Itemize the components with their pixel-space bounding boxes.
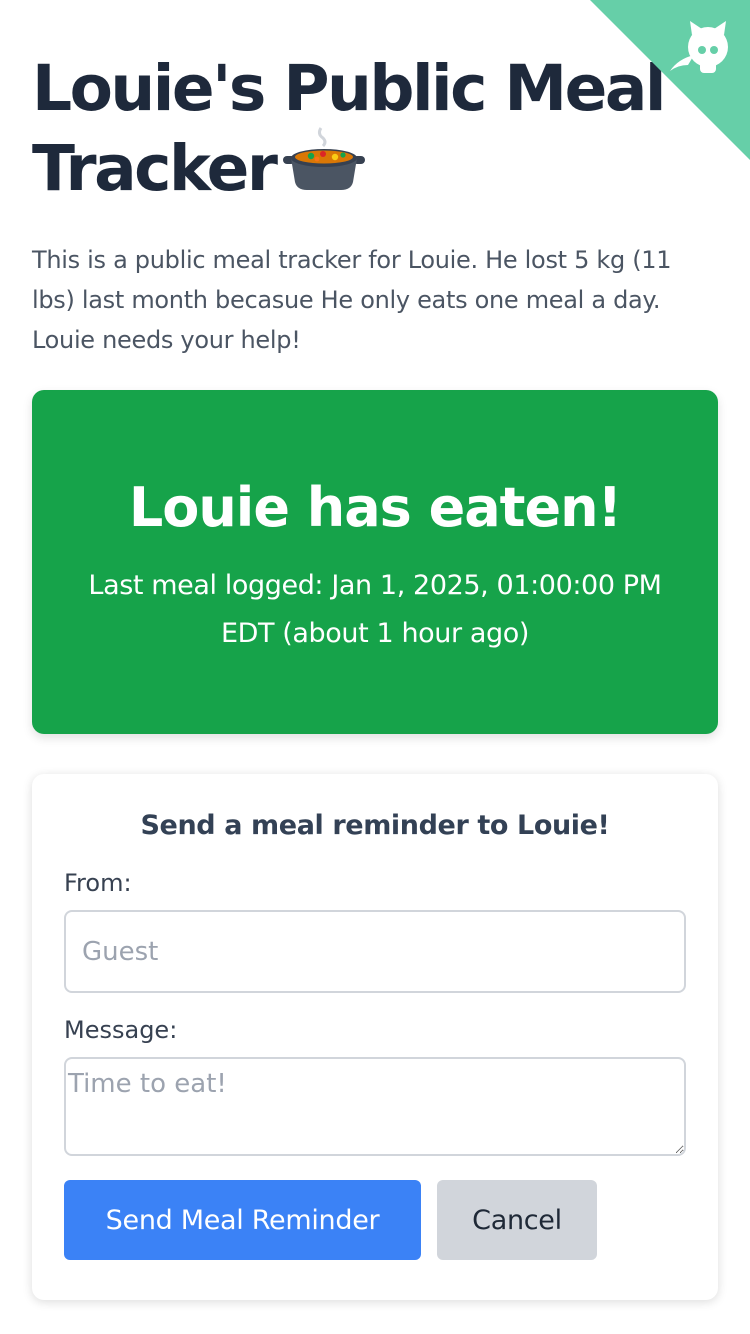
page-title: Louie's Public Meal Tracker [32, 52, 672, 210]
send-reminder-button[interactable]: Send Meal Reminder [64, 1180, 421, 1260]
from-label: From: [64, 869, 132, 897]
github-corner-link[interactable] [590, 0, 750, 160]
github-octocat-icon [590, 0, 750, 160]
form-actions: Send Meal Reminder Cancel [64, 1180, 686, 1260]
meal-status-banner: Louie has eaten! Last meal logged: Jan 1… [32, 390, 718, 734]
cancel-button[interactable]: Cancel [437, 1180, 597, 1260]
message-textarea[interactable] [64, 1057, 686, 1156]
reminder-form-card: Send a meal reminder to Louie! From: Mes… [32, 774, 718, 1300]
from-input[interactable] [64, 910, 686, 993]
reminder-form-heading: Send a meal reminder to Louie! [140, 810, 610, 841]
main-content: Louie's Public Meal Tracker This is a pu… [0, 0, 750, 1300]
status-heading: Louie has eaten! [128, 476, 622, 539]
last-meal-text: Last meal logged: Jan 1, 2025, 01:00:00 … [88, 570, 662, 649]
message-label: Message: [64, 1016, 178, 1044]
intro-text: This is a public meal tracker for Louie.… [32, 246, 672, 354]
pot-of-food-icon [281, 126, 367, 210]
